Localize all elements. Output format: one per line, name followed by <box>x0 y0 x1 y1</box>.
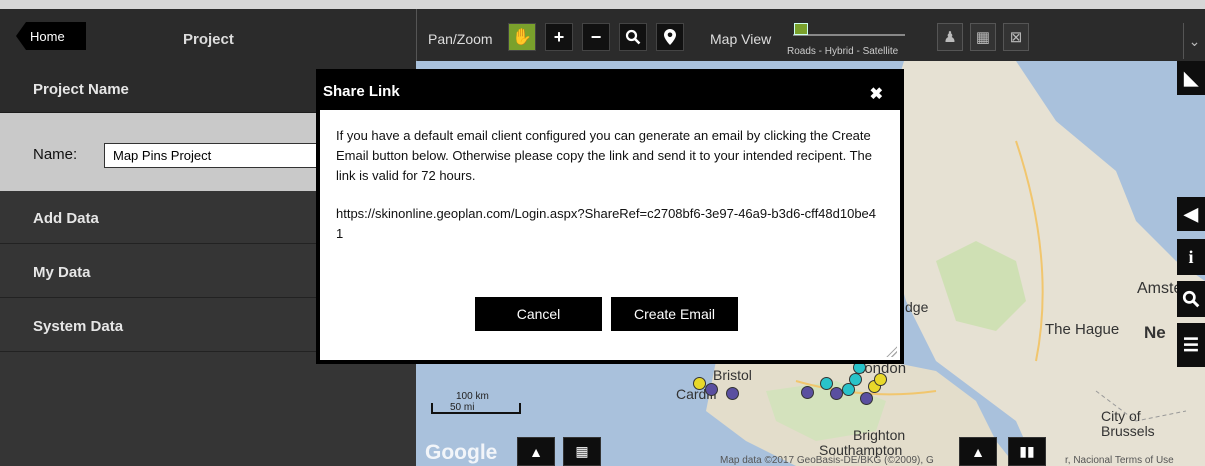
map-scale: 100 km 50 mi <box>428 391 523 413</box>
dialog-title: Share Link <box>323 83 400 100</box>
map-pin-icon <box>664 29 676 45</box>
map-layers-icon: ▦ <box>975 29 991 46</box>
corner-triangle-icon: ◣ <box>1184 67 1198 88</box>
home-label: Home <box>30 28 65 44</box>
dialog-message: If you have a default email client confi… <box>336 128 872 183</box>
map-label-brighton: Brighton <box>853 427 906 443</box>
no-map-button[interactable]: ⊠ <box>1003 23 1029 51</box>
map-attribution: Map data ©2017 GeoBasis-DE/BKG (©2009), … <box>720 455 934 466</box>
hand-icon: ✋ <box>512 29 532 46</box>
map-label-bristol: Bristol <box>713 367 752 383</box>
app-window: Home Project Pan/Zoom ✋ + − Map View Roa… <box>0 0 1205 466</box>
triangle-up-icon: ▲ <box>529 443 543 460</box>
map-label-netherlands: Ne <box>1144 323 1166 342</box>
map-label-bridge: dge <box>905 299 929 315</box>
magnifier-icon <box>625 29 641 45</box>
zoom-in-button[interactable]: + <box>545 23 573 51</box>
grid-table-icon: ▦ <box>575 443 589 459</box>
info-icon: i <box>1188 246 1194 267</box>
zoom-out-button[interactable]: − <box>582 23 610 51</box>
bar-chart-icon: ▮▮ <box>1019 443 1035 459</box>
dialog-body: If you have a default email client confi… <box>320 110 900 360</box>
chevron-down-icon: ⌄ <box>1188 32 1201 49</box>
toolbar-divider <box>416 9 417 61</box>
map-pin[interactable] <box>874 373 887 386</box>
map-pin[interactable] <box>842 383 855 396</box>
zoom-search-button[interactable] <box>619 23 647 51</box>
plus-icon: + <box>553 26 565 47</box>
top-border <box>0 0 1205 9</box>
map-pin[interactable] <box>860 392 873 405</box>
chart-view-button[interactable]: ▮▮ <box>1008 437 1046 466</box>
collapse-corner-button[interactable]: ◣ <box>1177 61 1205 95</box>
scale-bar <box>431 403 521 414</box>
share-link-text[interactable]: https://skinonline.geoplan.com/Login.asp… <box>336 204 883 244</box>
list-icon: ☰ <box>1182 334 1200 355</box>
expand-panel-button[interactable]: ◀ <box>1177 197 1205 231</box>
home-button[interactable]: Home <box>16 22 86 50</box>
crossed-map-icon: ⊠ <box>1009 29 1023 46</box>
layers-button[interactable]: ▦ <box>970 23 996 51</box>
close-icon[interactable]: ✖ <box>870 84 883 104</box>
map-pin[interactable] <box>726 387 739 400</box>
triangle-left-icon: ◀ <box>1184 203 1198 224</box>
name-label: Name: <box>33 146 78 163</box>
project-title: Project <box>183 31 234 48</box>
create-email-button[interactable]: Create Email <box>611 297 738 331</box>
map-view-options: Roads - Hybrid - Satellite <box>787 46 899 57</box>
map-pin[interactable] <box>801 386 814 399</box>
dialog-header: Share Link ✖ <box>320 73 900 110</box>
map-label-brussels: City of Brussels <box>1101 408 1155 439</box>
search-icon <box>1182 290 1200 308</box>
legend-list-button[interactable]: ☰ <box>1177 323 1205 367</box>
map-terms-attribution[interactable]: r, Nacional Terms of Use <box>1065 455 1174 466</box>
search-button[interactable] <box>1177 281 1205 317</box>
pan-zoom-label: Pan/Zoom <box>428 31 493 47</box>
pan-hand-button[interactable]: ✋ <box>508 23 536 51</box>
scale-km: 100 km <box>456 391 489 402</box>
person-icon: ♟ <box>943 29 957 46</box>
map-pin[interactable] <box>705 383 718 396</box>
locate-pin-button[interactable] <box>656 23 684 51</box>
map-label-hague: The Hague <box>1045 321 1120 338</box>
map-view-slider-track[interactable] <box>793 34 905 36</box>
toolbar: Home Project Pan/Zoom ✋ + − Map View Roa… <box>0 9 1205 61</box>
map-view-label: Map View <box>710 31 772 47</box>
resize-grip-icon[interactable] <box>885 345 897 357</box>
minus-icon: − <box>590 26 602 47</box>
project-name-input[interactable] <box>104 143 334 168</box>
share-link-dialog: Share Link ✖ If you have a default email… <box>316 69 904 364</box>
map-view-slider-thumb[interactable] <box>794 23 808 35</box>
chart-panel-up-button[interactable]: ▲ <box>959 437 997 466</box>
triangle-up-icon: ▲ <box>971 443 985 460</box>
street-view-button[interactable]: ♟ <box>937 23 963 51</box>
bottom-panel-up-button[interactable]: ▲ <box>517 437 555 466</box>
google-logo: Google <box>425 441 498 464</box>
info-button[interactable]: i <box>1177 239 1205 275</box>
toolbar-expand-button[interactable]: ⌄ <box>1183 23 1205 59</box>
table-view-button[interactable]: ▦ <box>563 437 601 466</box>
cancel-button[interactable]: Cancel <box>475 297 602 331</box>
